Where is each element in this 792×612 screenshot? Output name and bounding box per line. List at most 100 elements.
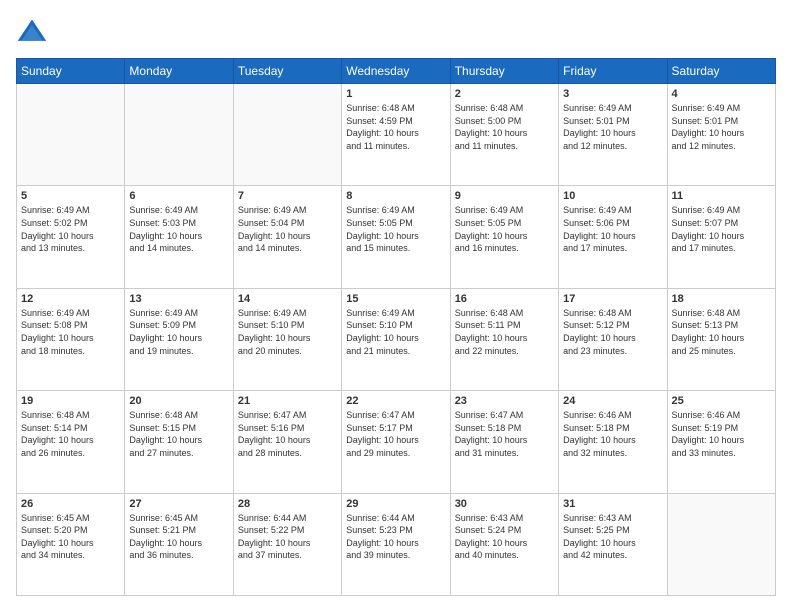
week-row-5: 26Sunrise: 6:45 AM Sunset: 5:20 PM Dayli…: [17, 493, 776, 595]
calendar-cell: 29 Sunrise: 6:44 AM Sunset: 5:23 PM Dayli…: [342, 493, 450, 595]
week-row-1: 1Sunrise: 6:48 AM Sunset: 4:59 PM Daylig…: [17, 84, 776, 186]
calendar-cell: 14 Sunrise: 6:49 AM Sunset: 5:10 PM Dayli…: [233, 288, 341, 390]
day-number: 2: [455, 88, 554, 100]
day-info: Sunrise: 6:46 AM Sunset: 5:19 PM Dayligh…: [672, 409, 771, 459]
calendar-cell: 23 Sunrise: 6:47 AM Sunset: 5:18 PM Dayli…: [450, 391, 558, 493]
col-header-tuesday: Tuesday: [233, 59, 341, 84]
day-info: Sunrise: 6:49 AM Sunset: 5:09 PM Dayligh…: [129, 307, 228, 357]
calendar-cell: 11 Sunrise: 6:49 AM Sunset: 5:07 PM Dayli…: [667, 186, 775, 288]
day-number: 25: [672, 395, 771, 407]
day-info: Sunrise: 6:49 AM Sunset: 5:05 PM Dayligh…: [455, 204, 554, 254]
calendar-cell: 13 Sunrise: 6:49 AM Sunset: 5:09 PM Dayli…: [125, 288, 233, 390]
calendar-cell: 10 Sunrise: 6:49 AM Sunset: 5:06 PM Dayli…: [559, 186, 667, 288]
day-number: 20: [129, 395, 228, 407]
calendar-cell: [233, 84, 341, 186]
calendar-cell: 26Sunrise: 6:45 AM Sunset: 5:20 PM Dayli…: [17, 493, 125, 595]
calendar-cell: 15 Sunrise: 6:49 AM Sunset: 5:10 PM Dayli…: [342, 288, 450, 390]
calendar-cell: 22 Sunrise: 6:47 AM Sunset: 5:17 PM Dayli…: [342, 391, 450, 493]
day-number: 30: [455, 498, 554, 510]
day-number: 19: [21, 395, 120, 407]
day-number: 18: [672, 293, 771, 305]
calendar-cell: 28 Sunrise: 6:44 AM Sunset: 5:22 PM Dayli…: [233, 493, 341, 595]
day-number: 24: [563, 395, 662, 407]
day-number: 29: [346, 498, 445, 510]
calendar-cell: 30 Sunrise: 6:43 AM Sunset: 5:24 PM Dayli…: [450, 493, 558, 595]
week-row-4: 19 Sunrise: 6:48 AM Sunset: 5:14 PM Dayli…: [17, 391, 776, 493]
calendar-table: SundayMondayTuesdayWednesdayThursdayFrid…: [16, 58, 776, 596]
calendar-cell: 27 Sunrise: 6:45 AM Sunset: 5:21 PM Dayli…: [125, 493, 233, 595]
day-info: Sunrise: 6:49 AM Sunset: 5:10 PM Dayligh…: [346, 307, 445, 357]
calendar-cell: 21Sunrise: 6:47 AM Sunset: 5:16 PM Dayli…: [233, 391, 341, 493]
day-info: Sunrise: 6:48 AM Sunset: 5:00 PM Dayligh…: [455, 102, 554, 152]
calendar-cell: 2 Sunrise: 6:48 AM Sunset: 5:00 PM Daylig…: [450, 84, 558, 186]
day-info: Sunrise: 6:48 AM Sunset: 4:59 PM Dayligh…: [346, 102, 445, 152]
calendar-cell: 24 Sunrise: 6:46 AM Sunset: 5:18 PM Dayli…: [559, 391, 667, 493]
header: [16, 16, 776, 48]
calendar-cell: 19 Sunrise: 6:48 AM Sunset: 5:14 PM Dayli…: [17, 391, 125, 493]
col-header-saturday: Saturday: [667, 59, 775, 84]
logo-icon: [16, 16, 48, 48]
day-number: 26: [21, 498, 120, 510]
calendar-cell: 1Sunrise: 6:48 AM Sunset: 4:59 PM Daylig…: [342, 84, 450, 186]
week-row-3: 12 Sunrise: 6:49 AM Sunset: 5:08 PM Dayli…: [17, 288, 776, 390]
day-number: 14: [238, 293, 337, 305]
day-number: 31: [563, 498, 662, 510]
header-row: SundayMondayTuesdayWednesdayThursdayFrid…: [17, 59, 776, 84]
day-number: 6: [129, 190, 228, 202]
day-info: Sunrise: 6:45 AM Sunset: 5:21 PM Dayligh…: [129, 512, 228, 562]
day-number: 11: [672, 190, 771, 202]
day-info: Sunrise: 6:49 AM Sunset: 5:07 PM Dayligh…: [672, 204, 771, 254]
calendar-cell: 9 Sunrise: 6:49 AM Sunset: 5:05 PM Daylig…: [450, 186, 558, 288]
calendar-cell: 17Sunrise: 6:48 AM Sunset: 5:12 PM Dayli…: [559, 288, 667, 390]
day-info: Sunrise: 6:44 AM Sunset: 5:23 PM Dayligh…: [346, 512, 445, 562]
day-info: Sunrise: 6:49 AM Sunset: 5:05 PM Dayligh…: [346, 204, 445, 254]
calendar-cell: 8Sunrise: 6:49 AM Sunset: 5:05 PM Daylig…: [342, 186, 450, 288]
day-info: Sunrise: 6:43 AM Sunset: 5:24 PM Dayligh…: [455, 512, 554, 562]
day-info: Sunrise: 6:49 AM Sunset: 5:04 PM Dayligh…: [238, 204, 337, 254]
calendar-cell: 12 Sunrise: 6:49 AM Sunset: 5:08 PM Dayli…: [17, 288, 125, 390]
day-number: 22: [346, 395, 445, 407]
day-info: Sunrise: 6:48 AM Sunset: 5:14 PM Dayligh…: [21, 409, 120, 459]
col-header-thursday: Thursday: [450, 59, 558, 84]
day-info: Sunrise: 6:47 AM Sunset: 5:16 PM Dayligh…: [238, 409, 337, 459]
calendar-cell: 31 Sunrise: 6:43 AM Sunset: 5:25 PM Dayli…: [559, 493, 667, 595]
calendar-cell: 16 Sunrise: 6:48 AM Sunset: 5:11 PM Dayli…: [450, 288, 558, 390]
col-header-monday: Monday: [125, 59, 233, 84]
day-info: Sunrise: 6:43 AM Sunset: 5:25 PM Dayligh…: [563, 512, 662, 562]
day-info: Sunrise: 6:46 AM Sunset: 5:18 PM Dayligh…: [563, 409, 662, 459]
day-info: Sunrise: 6:49 AM Sunset: 5:10 PM Dayligh…: [238, 307, 337, 357]
day-number: 10: [563, 190, 662, 202]
col-header-friday: Friday: [559, 59, 667, 84]
day-number: 3: [563, 88, 662, 100]
day-number: 9: [455, 190, 554, 202]
calendar-cell: 4Sunrise: 6:49 AM Sunset: 5:01 PM Daylig…: [667, 84, 775, 186]
logo: [16, 16, 52, 48]
week-row-2: 5 Sunrise: 6:49 AM Sunset: 5:02 PM Daylig…: [17, 186, 776, 288]
day-number: 5: [21, 190, 120, 202]
day-info: Sunrise: 6:49 AM Sunset: 5:02 PM Dayligh…: [21, 204, 120, 254]
day-number: 16: [455, 293, 554, 305]
day-info: Sunrise: 6:48 AM Sunset: 5:15 PM Dayligh…: [129, 409, 228, 459]
calendar-cell: 25 Sunrise: 6:46 AM Sunset: 5:19 PM Dayli…: [667, 391, 775, 493]
day-number: 27: [129, 498, 228, 510]
day-info: Sunrise: 6:44 AM Sunset: 5:22 PM Dayligh…: [238, 512, 337, 562]
day-info: Sunrise: 6:47 AM Sunset: 5:18 PM Dayligh…: [455, 409, 554, 459]
calendar-cell: [125, 84, 233, 186]
calendar-cell: [667, 493, 775, 595]
day-info: Sunrise: 6:49 AM Sunset: 5:06 PM Dayligh…: [563, 204, 662, 254]
day-info: Sunrise: 6:47 AM Sunset: 5:17 PM Dayligh…: [346, 409, 445, 459]
day-info: Sunrise: 6:48 AM Sunset: 5:11 PM Dayligh…: [455, 307, 554, 357]
day-info: Sunrise: 6:49 AM Sunset: 5:03 PM Dayligh…: [129, 204, 228, 254]
day-info: Sunrise: 6:49 AM Sunset: 5:08 PM Dayligh…: [21, 307, 120, 357]
day-info: Sunrise: 6:48 AM Sunset: 5:13 PM Dayligh…: [672, 307, 771, 357]
day-number: 12: [21, 293, 120, 305]
calendar-cell: 3Sunrise: 6:49 AM Sunset: 5:01 PM Daylig…: [559, 84, 667, 186]
day-number: 28: [238, 498, 337, 510]
calendar-cell: 20 Sunrise: 6:48 AM Sunset: 5:15 PM Dayli…: [125, 391, 233, 493]
day-number: 23: [455, 395, 554, 407]
calendar-cell: [17, 84, 125, 186]
day-info: Sunrise: 6:48 AM Sunset: 5:12 PM Dayligh…: [563, 307, 662, 357]
day-number: 4: [672, 88, 771, 100]
day-number: 13: [129, 293, 228, 305]
day-number: 15: [346, 293, 445, 305]
